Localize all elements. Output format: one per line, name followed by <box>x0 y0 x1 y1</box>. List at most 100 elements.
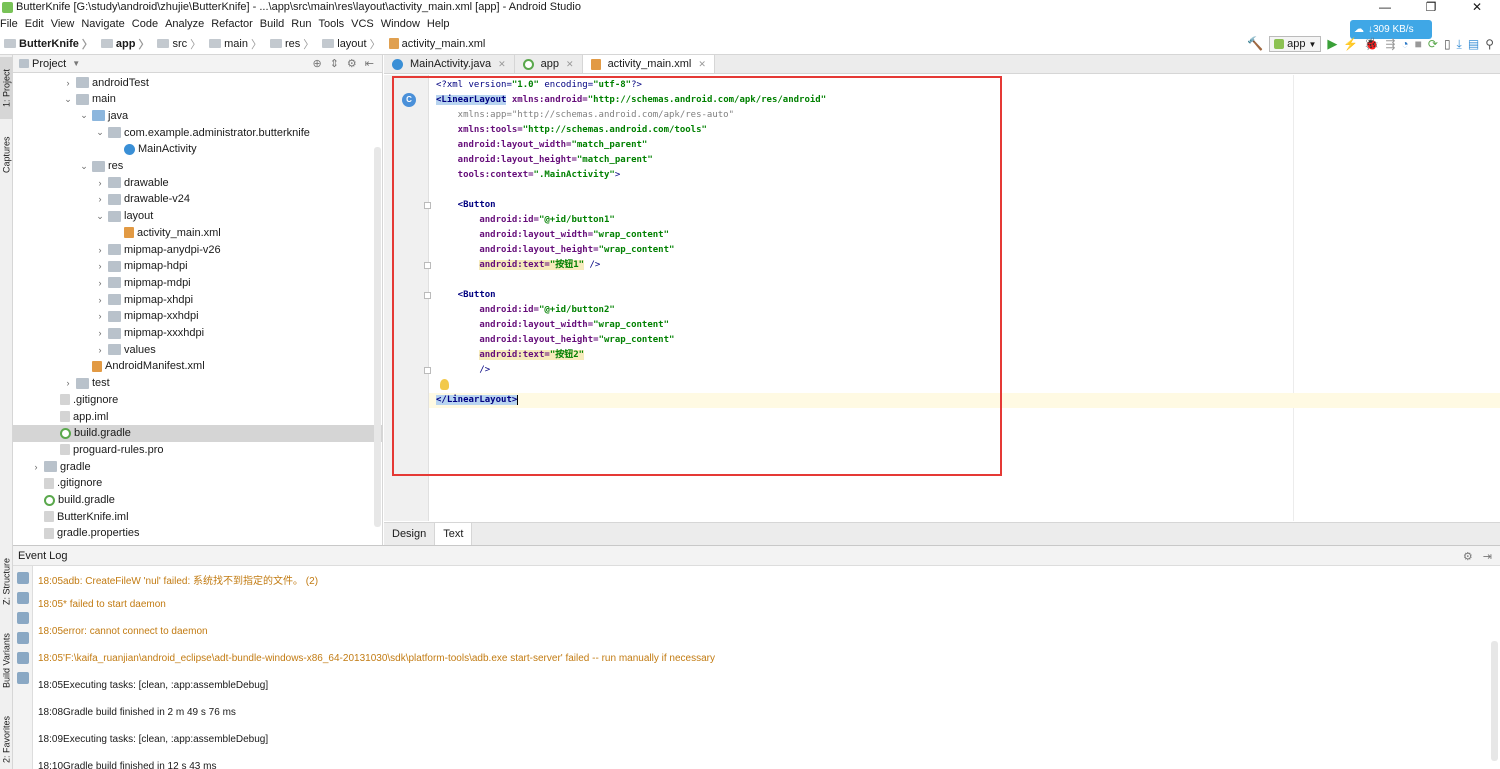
chevron-right-icon[interactable]: › <box>63 378 73 388</box>
tree-item-layout[interactable]: ⌄ layout <box>13 208 382 225</box>
tree-item-gitignore[interactable]: .gitignore <box>13 475 382 492</box>
log-message[interactable]: 'F:\kaifa_ruanjian\android_eclipse\adt-b… <box>63 653 715 664</box>
breadcrumb-res[interactable]: res 〉 <box>266 36 314 52</box>
profiler-icon[interactable]: ◔ <box>1401 37 1408 51</box>
project-structure-icon[interactable]: ▤ <box>1468 37 1479 51</box>
chevron-right-icon[interactable]: › <box>31 462 41 472</box>
breadcrumb-project[interactable]: ButterKnife 〉 <box>0 36 93 52</box>
tree-item-mipmap-hdpi[interactable]: › mipmap-hdpi <box>13 258 382 275</box>
run-config-dropdown[interactable]: app ▼ <box>1269 36 1322 52</box>
tree-item-mipmap-xxxhdpi[interactable]: › mipmap-xxxhdpi <box>13 325 382 342</box>
tree-item-drawable-v24[interactable]: › drawable-v24 <box>13 191 382 208</box>
sync-icon[interactable]: ⊕ <box>312 57 321 70</box>
menu-analyze[interactable]: Analyze <box>165 18 208 30</box>
tree-item-gradle-properties[interactable]: gradle.properties <box>13 525 382 542</box>
chevron-down-icon[interactable]: ⌄ <box>63 94 73 105</box>
tree-item-mipmap-xhdpi[interactable]: › mipmap-xhdpi <box>13 291 382 308</box>
chevron-right-icon[interactable]: › <box>95 245 105 255</box>
run-icon[interactable]: ▶ <box>1327 36 1337 52</box>
chevron-right-icon[interactable]: › <box>95 278 105 288</box>
mark-read-icon[interactable] <box>16 652 29 664</box>
hide-icon[interactable]: ⇤ <box>365 57 374 70</box>
gear-icon[interactable]: ⚙ <box>347 57 357 70</box>
menu-file[interactable]: File <box>0 18 22 30</box>
tree-item-res[interactable]: ⌄ res <box>13 158 382 175</box>
chevron-down-icon[interactable]: ⌄ <box>79 161 89 172</box>
tree-item-gradle[interactable]: › gradle <box>13 458 382 475</box>
favorites-tool-tab[interactable]: 2: Favorites <box>0 710 13 768</box>
breadcrumb-layout[interactable]: layout 〉 <box>318 36 381 52</box>
breadcrumb-file[interactable]: activity_main.xml <box>385 38 485 50</box>
tree-item-java[interactable]: ⌄ java <box>13 107 382 124</box>
menu-build[interactable]: Build <box>260 18 288 30</box>
tab-text[interactable]: Text <box>435 523 473 545</box>
tree-item-androidmanifest-xml[interactable]: AndroidManifest.xml <box>13 358 382 375</box>
breadcrumb-main[interactable]: main 〉 <box>205 36 262 52</box>
collapse-all-icon[interactable]: ⇕ <box>330 57 339 70</box>
chevron-right-icon[interactable]: › <box>95 328 105 338</box>
tree-item-build-gradle[interactable]: build.gradle <box>13 424 382 442</box>
close-button[interactable]: ✕ <box>1454 0 1500 14</box>
tree-item-androidtest[interactable]: › androidTest <box>13 74 382 91</box>
maximize-button[interactable]: ❐ <box>1408 0 1454 14</box>
tree-item-build-gradle[interactable]: build.gradle <box>13 492 382 509</box>
avd-manager-icon[interactable]: ▯ <box>1444 37 1451 51</box>
close-icon[interactable]: ✕ <box>498 59 506 70</box>
sdk-manager-icon[interactable]: ⤓ <box>1457 37 1462 52</box>
tree-item-proguard-rules-pro[interactable]: proguard-rules.pro <box>13 441 382 458</box>
menu-refactor[interactable]: Refactor <box>211 18 257 30</box>
tab-design[interactable]: Design <box>384 523 436 545</box>
project-scrollbar[interactable] <box>374 147 381 527</box>
tree-item-activity-main-xml[interactable]: activity_main.xml <box>13 224 382 241</box>
chevron-right-icon[interactable]: › <box>95 311 105 321</box>
chevron-right-icon[interactable]: › <box>95 261 105 271</box>
stop-icon[interactable]: ■ <box>1415 37 1422 51</box>
tree-item-mainactivity[interactable]: MainActivity <box>13 141 382 158</box>
chevron-down-icon[interactable]: ▼ <box>72 59 80 68</box>
project-tool-tab[interactable]: 1: Project <box>0 57 13 119</box>
breadcrumb-src[interactable]: src 〉 <box>153 36 201 52</box>
menu-tools[interactable]: Tools <box>318 18 348 30</box>
hammer-icon[interactable]: 🔨 <box>1247 36 1263 52</box>
hide-icon[interactable]: ⇥ <box>1483 550 1492 563</box>
menu-code[interactable]: Code <box>132 18 162 30</box>
tree-item-gitignore[interactable]: .gitignore <box>13 391 382 408</box>
tree-item-drawable[interactable]: › drawable <box>13 174 382 191</box>
close-icon[interactable]: ✕ <box>566 59 574 70</box>
captures-tool-tab[interactable]: Captures <box>0 127 13 183</box>
tree-item-butterknife-iml[interactable]: ButterKnife.iml <box>13 508 382 525</box>
tab-mainactivity-java[interactable]: MainActivity.java ✕ <box>384 55 515 73</box>
breadcrumb-app[interactable]: app 〉 <box>97 36 149 52</box>
balloon-icon[interactable] <box>16 592 29 604</box>
chevron-down-icon[interactable]: ⌄ <box>79 110 89 121</box>
build-variants-tool-tab[interactable]: Build Variants <box>0 625 13 697</box>
search-icon[interactable]: ⚲ <box>1485 37 1494 51</box>
scroll-to-end-icon[interactable] <box>16 612 29 624</box>
chevron-right-icon[interactable]: › <box>95 194 105 204</box>
menu-vcs[interactable]: VCS <box>351 18 378 30</box>
soft-wrap-icon[interactable] <box>16 632 29 644</box>
debug-icon[interactable]: 🐞 <box>1364 37 1379 51</box>
settings-icon[interactable] <box>16 572 29 584</box>
tree-item-app-iml[interactable]: app.iml <box>13 408 382 425</box>
tab-activity-main-xml[interactable]: activity_main.xml ✕ <box>582 55 715 73</box>
menu-help[interactable]: Help <box>427 18 454 30</box>
clear-icon[interactable] <box>16 672 29 684</box>
gear-icon[interactable]: ⚙ <box>1463 550 1473 563</box>
tree-item-mipmap-anydpi-v26[interactable]: › mipmap-anydpi-v26 <box>13 241 382 258</box>
tree-item-main[interactable]: ⌄ main <box>13 91 382 108</box>
apply-changes-icon[interactable]: ⚡ <box>1343 37 1358 51</box>
sync-gradle-icon[interactable]: ⟳ <box>1428 37 1438 51</box>
profile-icon[interactable]: ⇶ <box>1385 37 1395 51</box>
minimize-button[interactable]: — <box>1362 0 1408 14</box>
menu-navigate[interactable]: Navigate <box>81 18 128 30</box>
chevron-right-icon[interactable]: › <box>95 295 105 305</box>
chevron-down-icon[interactable]: ⌄ <box>95 211 105 222</box>
chevron-right-icon[interactable]: › <box>95 345 105 355</box>
menu-view[interactable]: View <box>51 18 79 30</box>
project-view-selector[interactable]: Project <box>32 58 66 70</box>
tree-item-test[interactable]: › test <box>13 375 382 392</box>
chevron-right-icon[interactable]: › <box>63 78 73 88</box>
menu-edit[interactable]: Edit <box>25 18 48 30</box>
menu-window[interactable]: Window <box>381 18 424 30</box>
